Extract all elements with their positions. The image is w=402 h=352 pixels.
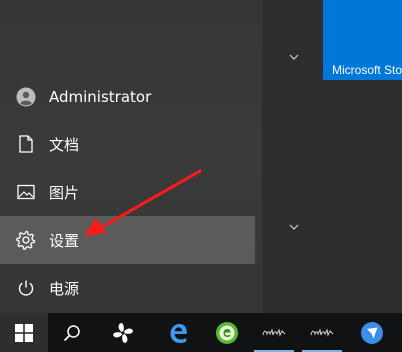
user-account-item[interactable]: Administrator [0,73,255,121]
taskbar [0,313,402,352]
task-view-icon [113,322,133,343]
menu-item-label: 电源 [49,279,80,298]
user-icon [14,85,38,109]
menu-item-settings[interactable]: 设置 [0,216,255,264]
blue-app-button[interactable] [348,313,396,352]
search-icon [63,324,80,341]
app-icon [310,327,334,337]
green-app-icon [216,321,238,344]
menu-item-label: 文档 [49,135,80,154]
chevron-down-icon[interactable] [286,51,302,63]
windows-start-icon [15,323,33,342]
gear-icon [14,228,38,252]
menu-item-power[interactable]: 电源 [0,264,255,312]
edge-browser-icon [170,323,187,343]
start-button[interactable] [0,313,48,352]
app-button[interactable] [298,313,346,352]
pictures-icon [14,180,38,204]
user-name: Administrator [49,88,152,106]
menu-item-label: 设置 [49,231,80,250]
store-tile-label: Microsoft Sto [332,63,402,77]
chevron-down-icon[interactable] [286,221,302,233]
menu-item-pictures[interactable]: 图片 [0,168,255,216]
task-view-button[interactable] [99,313,147,352]
document-icon [14,132,38,156]
menu-item-documents[interactable]: 文档 [0,120,255,168]
power-icon [14,276,38,300]
microsoft-store-tile[interactable]: Microsoft Sto [323,0,402,80]
green-app-button[interactable] [203,313,251,352]
app-button[interactable] [250,313,298,352]
menu-item-label: 图片 [49,183,80,202]
blue-app-icon [361,321,383,344]
search-button[interactable] [48,313,96,352]
edge-browser-button[interactable] [154,313,202,352]
app-icon [262,327,286,337]
